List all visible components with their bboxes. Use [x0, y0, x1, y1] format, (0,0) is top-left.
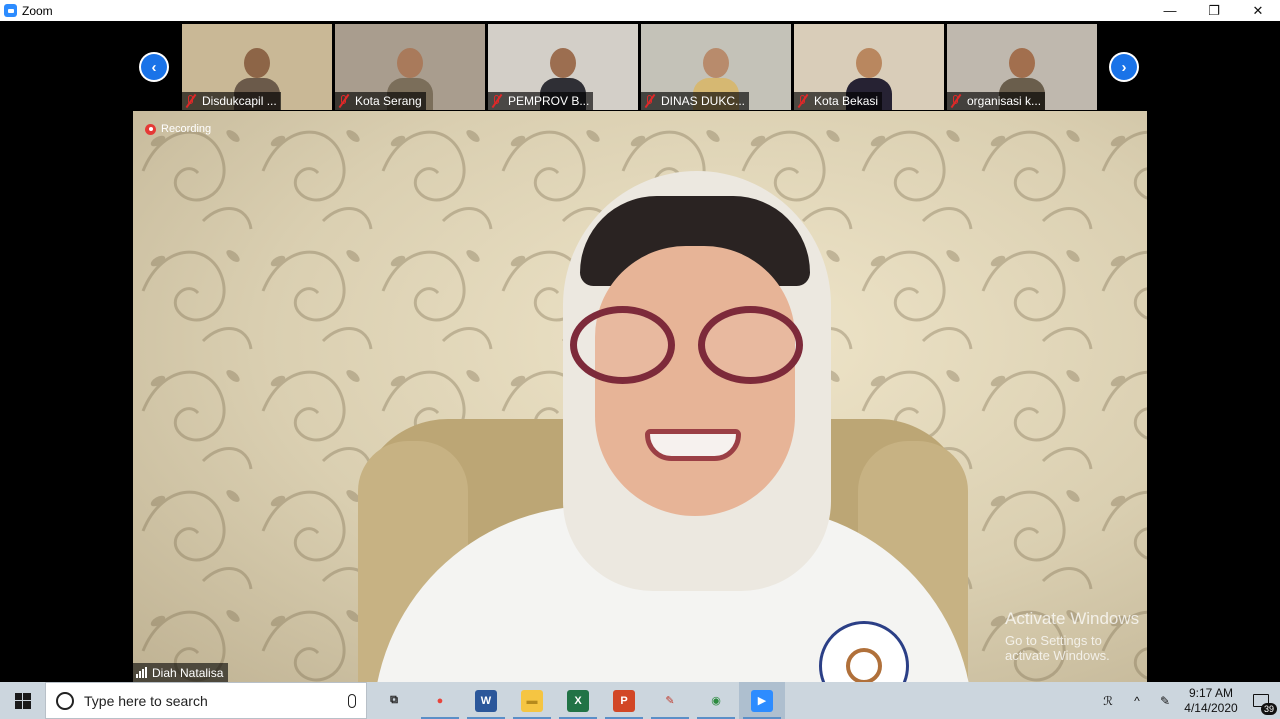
- cortana-circle-icon: [56, 691, 74, 710]
- pinned-apps: ⧉ ● W ▬ X P ✎ ◉ ▶: [371, 682, 785, 719]
- recording-indicator: Recording: [145, 123, 211, 135]
- activate-windows-watermark: Activate Windows Go to Settings to activ…: [1005, 609, 1147, 663]
- participant-name: Kota Bekasi: [814, 94, 879, 108]
- chevron-left-icon: ‹: [141, 54, 167, 80]
- participant-name: Disdukcapil ...: [202, 94, 277, 108]
- watermark-subtitle: Go to Settings to activate Windows.: [1005, 633, 1110, 663]
- taskbar-app-browser[interactable]: ◉: [693, 682, 739, 719]
- pen-icon[interactable]: ✎: [1150, 682, 1180, 719]
- glasses-lens-right: [698, 306, 803, 384]
- mic-muted-icon: [184, 93, 198, 109]
- windows-logo-icon: [14, 692, 31, 709]
- mic-muted-icon: [643, 93, 657, 109]
- mic-muted-icon: [949, 93, 963, 109]
- paint-icon: ✎: [659, 689, 681, 712]
- powerpoint-icon: P: [613, 689, 635, 712]
- windows-taskbar: Type here to search ⧉ ● W ▬ X P ✎ ◉ ▶ ℛ ^ ✎ 9:17…: [0, 682, 1280, 719]
- taskbar-app-powerpoint[interactable]: P: [601, 682, 647, 719]
- participant-name-tag: organisasi k...: [947, 92, 1046, 110]
- taskbar-app-zoom[interactable]: ▶: [739, 682, 785, 719]
- mic-muted-icon: [796, 93, 810, 109]
- browser-icon: ◉: [705, 689, 727, 712]
- participant-name-tag: Disdukcapil ...: [182, 92, 281, 110]
- participant-thumbnail[interactable]: organisasi k...: [947, 24, 1097, 110]
- taskbar-app-chrome[interactable]: ●: [417, 682, 463, 719]
- active-speaker-video[interactable]: Recording Activate Windows Go to Setting…: [133, 111, 1147, 682]
- participant-thumbnail[interactable]: PEMPROV B...: [488, 24, 638, 110]
- participant-name-tag: Kota Bekasi: [794, 92, 883, 110]
- people-icon[interactable]: ℛ: [1092, 682, 1124, 719]
- taskbar-clock[interactable]: 9:17 AM 4/14/2020: [1180, 682, 1242, 719]
- chevron-right-icon: ›: [1111, 54, 1137, 80]
- ship-wheel-icon: [846, 648, 882, 682]
- taskbar-app-word[interactable]: W: [463, 682, 509, 719]
- word-icon: W: [475, 689, 497, 712]
- taskbar-app-excel[interactable]: X: [555, 682, 601, 719]
- participant-thumbnail[interactable]: Disdukcapil ...: [182, 24, 332, 110]
- clock-time: 9:17 AM: [1188, 685, 1234, 700]
- speaker-mouth: [645, 429, 741, 461]
- file-explorer-icon: ▬: [521, 689, 543, 712]
- mic-muted-icon: [337, 93, 351, 109]
- watermark-title: Activate Windows: [1005, 609, 1140, 628]
- taskbar-app-paint[interactable]: ✎: [647, 682, 693, 719]
- record-icon: [145, 123, 156, 135]
- chrome-icon: ●: [429, 689, 451, 712]
- window-title: Zoom: [22, 3, 53, 18]
- participant-thumbnail[interactable]: Kota Bekasi: [794, 24, 944, 110]
- minimize-button[interactable]: —: [1148, 0, 1192, 21]
- gallery-next-button[interactable]: ›: [1109, 52, 1139, 82]
- zoom-app-icon: [4, 4, 17, 17]
- mic-muted-icon: [490, 93, 504, 109]
- participant-name-tag: DINAS DUKC...: [641, 92, 750, 110]
- clock-date: 4/14/2020: [1184, 700, 1238, 715]
- window-controls: — ❐ ✕: [1148, 0, 1280, 21]
- recording-label: Recording: [161, 123, 212, 135]
- excel-icon: X: [567, 689, 589, 712]
- participant-strip: Disdukcapil ... Kota Serang PEMPROV B... DI…: [182, 24, 1097, 110]
- taskbar-app-task-view[interactable]: ⧉: [371, 682, 417, 719]
- glasses-lens-left: [570, 306, 675, 384]
- search-placeholder: Type here to search: [84, 692, 208, 709]
- system-tray: ℛ ^ ✎ 9:17 AM 4/14/2020 39: [1092, 682, 1280, 719]
- gallery-prev-button[interactable]: ‹: [139, 52, 169, 82]
- microphone-icon[interactable]: [348, 693, 356, 708]
- taskbar-search-box[interactable]: Type here to search: [45, 682, 367, 719]
- speaker-name: Diah Natalisa: [152, 665, 224, 680]
- start-button[interactable]: [0, 682, 45, 719]
- participant-name: Kota Serang: [355, 94, 422, 108]
- participant-name: organisasi k...: [967, 94, 1042, 108]
- taskbar-app-file-explorer[interactable]: ▬: [509, 682, 555, 719]
- speaker-glasses: [570, 306, 810, 386]
- participant-name-tag: PEMPROV B...: [488, 92, 594, 110]
- chevron-up-icon[interactable]: ^: [1124, 682, 1150, 719]
- connection-signal-icon: [136, 667, 147, 678]
- participant-thumbnail[interactable]: Kota Serang: [335, 24, 485, 110]
- notification-count: 39: [1260, 703, 1277, 715]
- participant-thumbnail[interactable]: DINAS DUKC...: [641, 24, 791, 110]
- participant-name-tag: Kota Serang: [335, 92, 426, 110]
- participant-name: DINAS DUKC...: [661, 94, 746, 108]
- speaker-name-tag: Diah Natalisa: [133, 663, 229, 682]
- zoom-icon: ▶: [751, 689, 773, 712]
- action-center-button[interactable]: 39: [1242, 682, 1280, 719]
- restore-button[interactable]: ❐: [1192, 0, 1236, 21]
- title-bar: Zoom — ❐ ✕: [0, 0, 1280, 21]
- task-view-icon: ⧉: [383, 689, 405, 712]
- participant-name: PEMPROV B...: [508, 94, 590, 108]
- meeting-stage: ‹ Disdukcapil ... Kota Serang PEMPROV B...…: [0, 21, 1280, 682]
- close-button[interactable]: ✕: [1236, 0, 1280, 21]
